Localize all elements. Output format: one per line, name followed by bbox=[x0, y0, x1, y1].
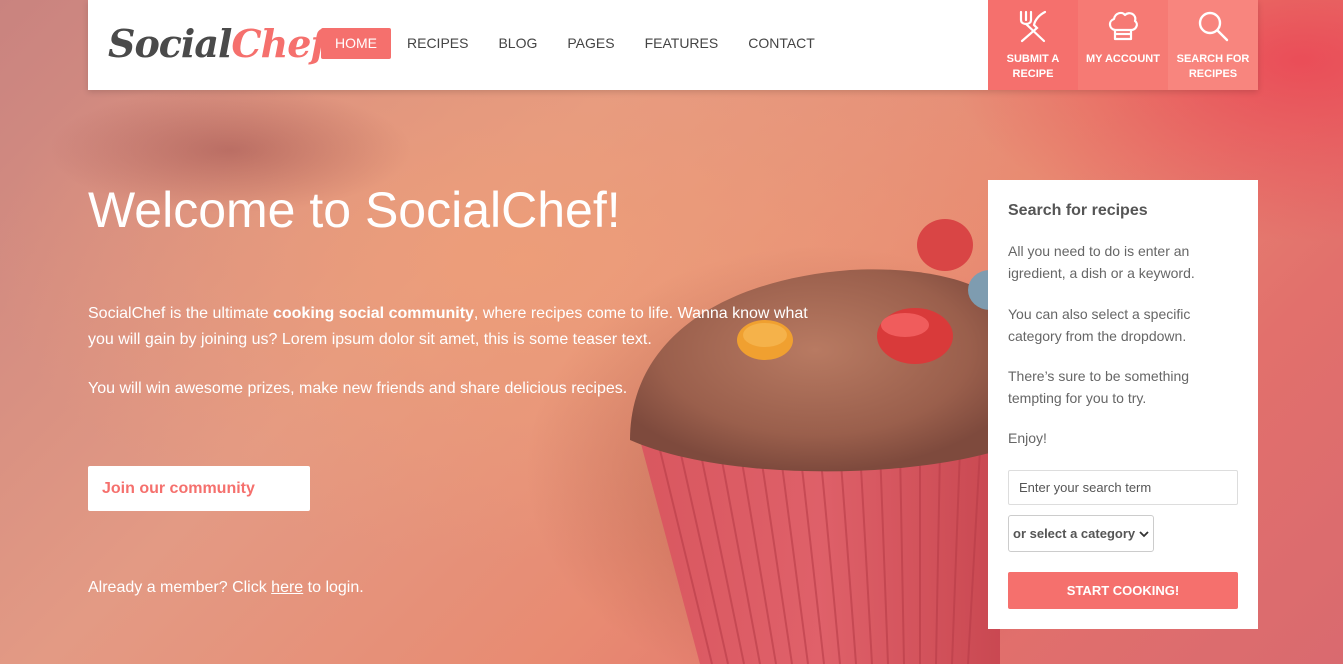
main-nav: HOME RECIPES BLOG PAGES FEATURES CONTACT bbox=[321, 28, 831, 59]
logo[interactable]: SocialChef bbox=[108, 18, 327, 70]
nav-item-home[interactable]: HOME bbox=[321, 28, 391, 59]
site-header: SocialChef HOME RECIPES BLOG PAGES FEATU… bbox=[88, 0, 1258, 90]
cupcake-image bbox=[630, 219, 1000, 664]
search-icon bbox=[1198, 11, 1229, 42]
start-cooking-button[interactable]: START COOKING! bbox=[1008, 572, 1238, 609]
login-prompt-end: to login. bbox=[303, 579, 364, 596]
hero-intro-bold: cooking social community bbox=[272, 305, 474, 322]
login-link[interactable]: here bbox=[271, 579, 303, 596]
search-panel-text-2: You can also select a specific category … bbox=[1008, 306, 1191, 344]
logo-text-social: Social bbox=[108, 21, 232, 66]
search-panel-text-4: Enjoy! bbox=[1008, 430, 1047, 446]
search-input[interactable] bbox=[1008, 470, 1238, 505]
search-recipes-button[interactable]: SEARCH FOR RECIPES bbox=[1168, 0, 1258, 90]
chef-hat-icon bbox=[1108, 11, 1138, 41]
logo-text-chef: Chef bbox=[231, 21, 326, 66]
submit-recipe-button[interactable]: SUBMIT A RECIPE bbox=[988, 0, 1078, 90]
search-panel: Search for recipes All you need to do is… bbox=[988, 180, 1258, 629]
search-recipes-label: SEARCH FOR RECIPES bbox=[1176, 53, 1250, 80]
nav-item-contact[interactable]: CONTACT bbox=[734, 28, 829, 59]
header-actions: SUBMIT A RECIPE MY ACCOUNT SEARCH FOR RE… bbox=[988, 0, 1258, 90]
chevron-down-icon bbox=[1139, 530, 1149, 537]
category-select[interactable]: or select a category bbox=[1008, 515, 1154, 552]
join-community-button[interactable]: Join our community bbox=[88, 466, 310, 511]
hero-intro: SocialChef is the ultimate cooking socia… bbox=[88, 301, 828, 353]
search-panel-text-1: All you need to do is enter an igredient… bbox=[1008, 243, 1195, 281]
login-prompt: Already a member? Click here to login. bbox=[88, 576, 364, 600]
my-account-button[interactable]: MY ACCOUNT bbox=[1078, 0, 1168, 90]
submit-recipe-label: SUBMIT A RECIPE bbox=[1006, 53, 1060, 80]
category-select-value: or select a category bbox=[1013, 526, 1136, 541]
hero-second-paragraph: You will win awesome prizes, make new fr… bbox=[88, 380, 628, 397]
hero-title: Welcome to SocialChef! bbox=[88, 182, 621, 238]
nav-item-recipes[interactable]: RECIPES bbox=[393, 28, 482, 59]
nav-item-pages[interactable]: PAGES bbox=[553, 28, 628, 59]
login-prompt-start: Already a member? Click bbox=[88, 579, 272, 596]
nav-item-blog[interactable]: BLOG bbox=[484, 28, 551, 59]
search-panel-title: Search for recipes bbox=[1008, 202, 1148, 219]
search-panel-text-3: There’s sure to be something tempting fo… bbox=[1008, 368, 1190, 406]
my-account-label: MY ACCOUNT bbox=[1086, 53, 1160, 65]
fork-knife-icon bbox=[1019, 10, 1047, 43]
nav-item-features[interactable]: FEATURES bbox=[631, 28, 733, 59]
hero-intro-start: SocialChef is the ultimate bbox=[88, 305, 273, 322]
